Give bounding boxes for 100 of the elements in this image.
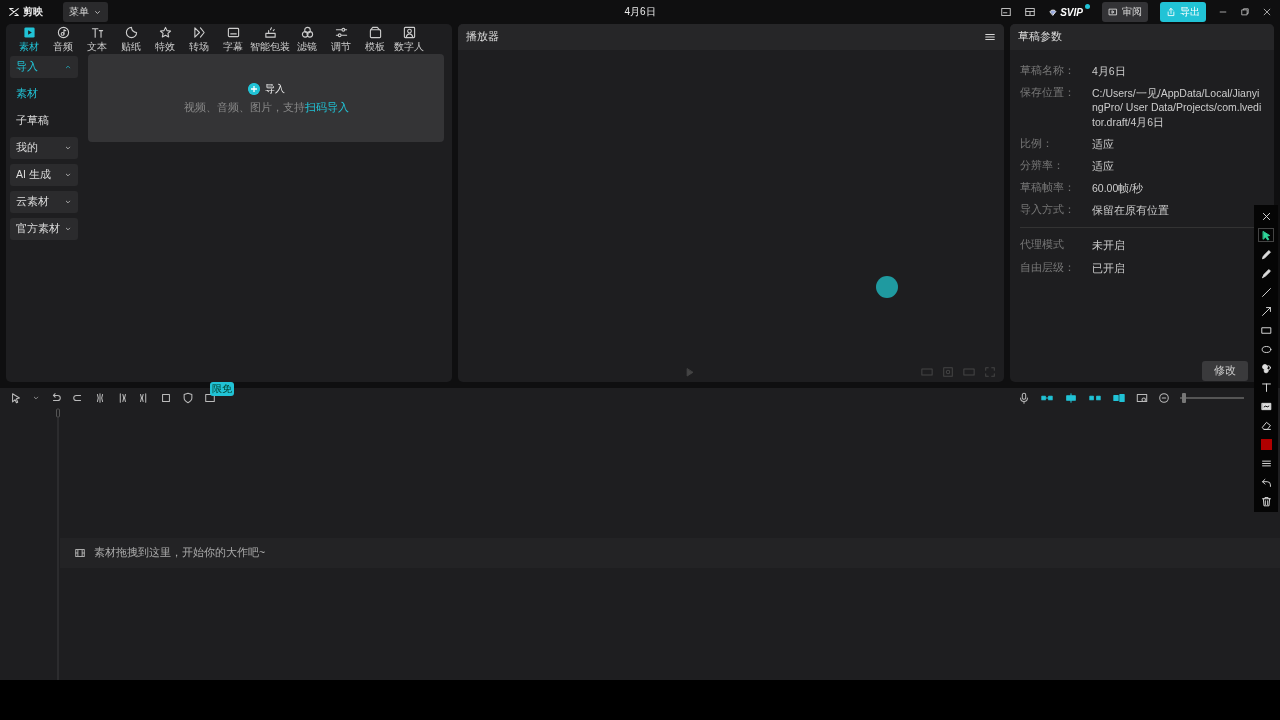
line-icon xyxy=(1260,286,1272,298)
eraser-icon xyxy=(1260,419,1272,431)
app-name: 剪映 xyxy=(23,5,43,19)
menu-dropdown[interactable]: 菜单 xyxy=(63,2,108,22)
cursor-icon xyxy=(1260,229,1272,241)
shapes-icon xyxy=(1260,362,1272,374)
scan-import-link[interactable]: 扫码导入 xyxy=(304,101,349,113)
music-note-icon xyxy=(56,26,70,39)
trash-icon xyxy=(1260,495,1272,507)
delete-square-icon[interactable] xyxy=(160,392,172,404)
sidebar-group[interactable]: 官方素材 xyxy=(10,218,78,240)
toolbar-tab[interactable]: 滤镜 xyxy=(290,26,324,52)
chevron-down-icon xyxy=(64,198,72,206)
restore-icon[interactable] xyxy=(1240,7,1250,17)
svip-badge[interactable]: SVIP xyxy=(1048,4,1090,20)
clapperboard-icon xyxy=(368,26,382,39)
upload-icon xyxy=(1166,7,1176,17)
diamond-icon xyxy=(1048,7,1059,18)
sidebar-group[interactable]: 云素材 xyxy=(10,191,78,213)
close-icon[interactable] xyxy=(1262,7,1272,17)
undo-icon xyxy=(1260,476,1272,488)
field-value: 保留在原有位置 xyxy=(1092,203,1169,218)
sidebar-group[interactable]: 导入 xyxy=(10,56,78,78)
sidebar-group[interactable]: AI 生成 xyxy=(10,164,78,186)
field-value: 4月6日 xyxy=(1092,64,1126,79)
timeline-hint: 素材拖拽到这里，开始你的大作吧~ xyxy=(94,546,266,560)
undo-icon[interactable] xyxy=(50,392,62,404)
sidebar-item[interactable]: 子草稿 xyxy=(10,110,78,132)
pen-icon xyxy=(1260,248,1272,260)
text-icon xyxy=(90,26,104,39)
annotation-tool[interactable] xyxy=(1258,228,1274,242)
ellipse-icon xyxy=(1260,343,1272,355)
plus-icon xyxy=(247,83,260,95)
field-label: 保存位置： xyxy=(1020,86,1076,101)
panel-title: 播放器 xyxy=(466,30,499,44)
line-width-icon xyxy=(1260,457,1272,469)
toolbar-tab[interactable]: 字幕 xyxy=(216,26,250,52)
toolbar-tab[interactable]: 模板 xyxy=(358,26,392,52)
panel-title: 草稿参数 xyxy=(1018,30,1062,44)
toolbar-tab[interactable]: 智能包装 xyxy=(250,26,290,52)
review-icon xyxy=(1108,7,1118,17)
text-tool-icon xyxy=(1260,381,1272,393)
field-value: C:/Users/一见/AppData/Local/JianyingPro/ User Data/Projects/com.lveditor.draft/4月6日 xyxy=(1092,86,1263,129)
highlighter-icon xyxy=(1260,267,1272,279)
subtitle-icon xyxy=(226,26,240,39)
slider-thumb[interactable] xyxy=(1181,393,1186,403)
review-button[interactable]: 审阅 xyxy=(1102,2,1148,22)
sidebar-item[interactable]: 素材 xyxy=(10,83,78,105)
filter-circles-icon xyxy=(300,26,314,39)
import-button[interactable]: 导入 xyxy=(241,81,291,97)
toolbar-tab[interactable]: 文本 xyxy=(80,26,114,52)
select-cursor-icon[interactable] xyxy=(10,392,22,404)
sticker-icon xyxy=(124,26,138,39)
align-icon[interactable] xyxy=(1112,392,1126,404)
toolbar-tab[interactable]: 转场 xyxy=(182,26,216,52)
logo-icon xyxy=(8,6,20,18)
cursor-highlight-icon xyxy=(876,276,898,298)
field-value: 未开启 xyxy=(1092,238,1125,253)
toolbar-tab[interactable]: 贴纸 xyxy=(114,26,148,52)
import-hint: 视频、音频、图片，支持扫码导入 xyxy=(183,101,349,115)
menu-icon[interactable] xyxy=(984,31,996,43)
microphone-icon[interactable] xyxy=(1018,392,1030,404)
chevron-down-icon[interactable] xyxy=(32,394,40,402)
field-label: 草稿帧率： xyxy=(1020,181,1076,196)
redo-icon[interactable] xyxy=(72,392,84,404)
field-value: 适应 xyxy=(1092,158,1114,174)
layout-grid-icon[interactable] xyxy=(1024,6,1037,18)
field-value: 已开启 xyxy=(1092,260,1125,275)
edit-button[interactable]: 修改 xyxy=(1202,361,1248,381)
magic-box-icon xyxy=(263,26,277,39)
preview-window-icon[interactable] xyxy=(1136,392,1148,404)
split-icon[interactable] xyxy=(94,392,106,404)
chevron-down-icon xyxy=(64,144,72,152)
chevron-up-icon xyxy=(64,63,72,71)
zoom-out-icon[interactable] xyxy=(1158,392,1170,404)
arrow-icon xyxy=(1260,305,1272,317)
rectangle-icon xyxy=(1260,324,1272,336)
toolbar-tab[interactable]: 素材 xyxy=(12,26,46,52)
field-label: 代理模式 xyxy=(1020,238,1065,253)
shield-icon[interactable] xyxy=(182,392,194,404)
layout-icon[interactable] xyxy=(1000,6,1013,18)
field-label: 比例： xyxy=(1020,136,1054,151)
import-area[interactable]: 导入 视频、音频、图片，支持扫码导入 xyxy=(88,54,444,142)
chevron-down-icon xyxy=(64,171,72,179)
snap-icon[interactable] xyxy=(1064,392,1078,404)
toolbar-tab[interactable]: 调节 xyxy=(324,26,358,52)
toolbar-tab[interactable]: 特效 xyxy=(148,26,182,52)
free-badge: 限免 xyxy=(210,382,234,396)
sidebar-group[interactable]: 我的 xyxy=(10,137,78,159)
freeze-frame-icon[interactable] xyxy=(204,392,216,404)
film-icon xyxy=(74,547,86,559)
field-value: 60.00帧/秒 xyxy=(1092,181,1144,196)
toolbar-tab[interactable]: 数字人 xyxy=(392,26,426,52)
chevron-down-icon xyxy=(64,225,72,233)
window-title: 4月6日 xyxy=(624,6,656,17)
whiteboard-icon xyxy=(1260,400,1272,412)
field-value: 适应 xyxy=(1092,136,1114,151)
transition-icon xyxy=(192,26,206,39)
toolbar-tab[interactable]: 音频 xyxy=(46,26,80,52)
sparkle-star-icon xyxy=(158,26,172,39)
